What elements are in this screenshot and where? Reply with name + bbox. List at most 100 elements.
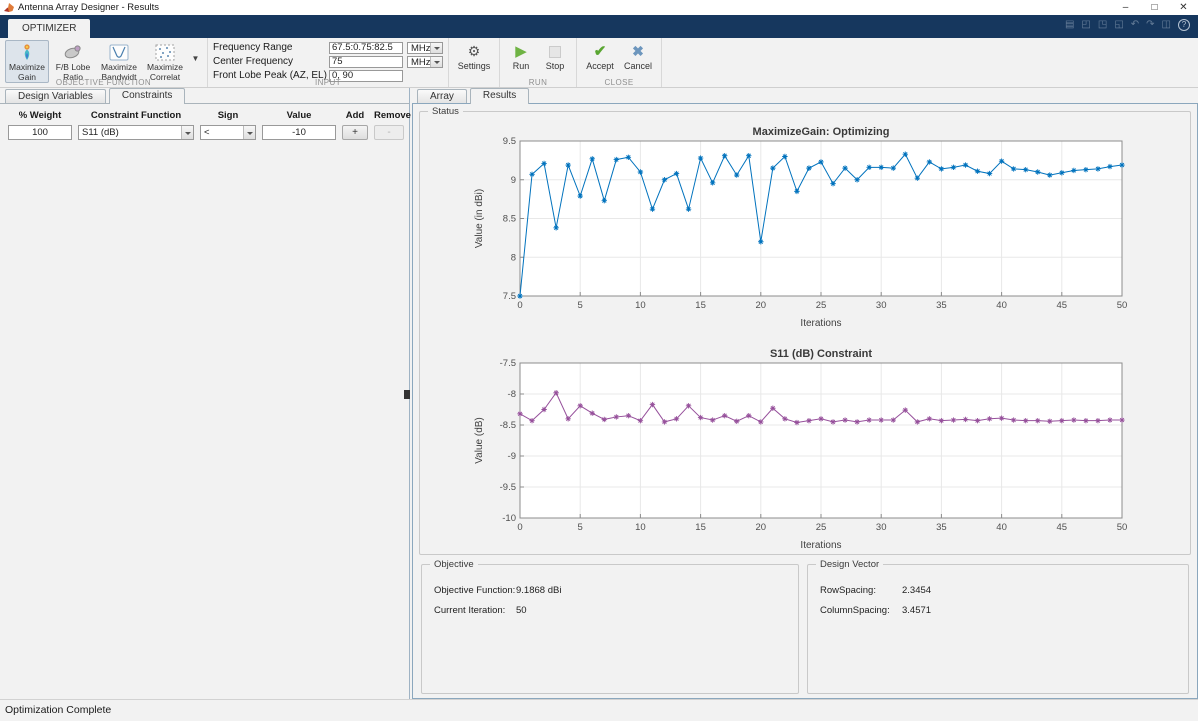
chevron-down-icon — [430, 57, 442, 67]
tab-array[interactable]: Array — [417, 89, 467, 103]
copy-icon[interactable]: ◳ — [1098, 19, 1107, 31]
value-column-header: Value — [262, 110, 336, 121]
stop-button[interactable]: Stop — [539, 40, 571, 71]
svg-text:15: 15 — [695, 300, 706, 311]
tab-optimizer[interactable]: OPTIMIZER — [8, 19, 90, 38]
svg-text:9.5: 9.5 — [503, 136, 516, 147]
sign-value: < — [201, 126, 243, 139]
svg-text:10: 10 — [635, 300, 646, 311]
frequency-range-unit-dropdown[interactable]: MHz — [407, 42, 443, 54]
svg-text:-9.5: -9.5 — [500, 482, 516, 493]
status-bar-text: Optimization Complete — [5, 704, 111, 716]
current-iteration-row: Current Iteration: 50 — [422, 605, 798, 616]
svg-text:Iterations: Iterations — [800, 318, 841, 329]
layout-icon[interactable]: ◫ — [1162, 19, 1171, 31]
design-vector-groupbox: Design Vector RowSpacing: 2.3454 ColumnS… — [807, 564, 1189, 694]
ribbon-tab-strip: OPTIMIZER ▤ ◰ ◳ ◱ ↶ ↷ ◫ ? — [0, 15, 1198, 38]
redo-icon[interactable]: ↷ — [1146, 19, 1154, 31]
column-spacing-row: ColumnSpacing: 3.4571 — [808, 605, 1188, 616]
add-column-header: Add — [342, 110, 368, 121]
run-button[interactable]: ▶ Run — [505, 40, 537, 71]
accept-button[interactable]: ✔ Accept — [582, 40, 618, 71]
svg-text:25: 25 — [816, 522, 827, 533]
objective-gallery-expand-button[interactable]: ▼ — [189, 54, 202, 63]
sign-dropdown[interactable]: < — [200, 125, 256, 140]
svg-text:30: 30 — [876, 300, 887, 311]
s11-constraint-chart: 05101520253035404550-7.5-8-8.5-9-9.5-10S… — [472, 346, 1190, 556]
undo-icon[interactable]: ↶ — [1131, 19, 1139, 31]
svg-text:45: 45 — [1057, 300, 1068, 311]
left-panel-tabs: Design Variables Constraints — [0, 88, 409, 104]
svg-text:MaximizeGain: Optimizing: MaximizeGain: Optimizing — [753, 126, 890, 138]
current-iteration-value: 50 — [516, 605, 527, 616]
constraint-value-input[interactable] — [262, 125, 336, 140]
svg-text:20: 20 — [756, 300, 767, 311]
fb-lobe-ratio-button[interactable]: F/B Lobe Ratio — [51, 40, 95, 83]
help-icon[interactable]: ? — [1178, 19, 1190, 31]
column-spacing-value: 3.4571 — [902, 605, 931, 616]
svg-text:-9: -9 — [508, 451, 516, 462]
svg-text:5: 5 — [578, 300, 583, 311]
remove-column-header: Remove — [374, 110, 404, 121]
current-iteration-label: Current Iteration: — [434, 605, 516, 616]
constraint-row: S11 (dB) < + - — [8, 125, 409, 140]
maximize-gain-button[interactable]: Maximize Gain — [5, 40, 49, 83]
bandwidth-icon — [109, 42, 129, 62]
maximize-correlation-button[interactable]: Maximize Correlat — [143, 40, 187, 83]
row-spacing-label: RowSpacing: — [820, 585, 902, 596]
center-frequency-input[interactable] — [329, 56, 403, 68]
maximize-button[interactable]: □ — [1140, 0, 1169, 15]
status-bar: Optimization Complete — [0, 699, 1198, 721]
tab-design-variables[interactable]: Design Variables — [5, 89, 106, 103]
svg-text:Value (dB): Value (dB) — [474, 417, 485, 464]
objective-function-row: Objective Function: 9.1868 dBi — [422, 585, 798, 596]
svg-text:-10: -10 — [502, 513, 516, 524]
row-spacing-row: RowSpacing: 2.3454 — [808, 585, 1188, 596]
run-icon: ▶ — [515, 43, 527, 60]
svg-text:-7.5: -7.5 — [500, 358, 516, 369]
frequency-range-row: Frequency Range MHz — [213, 41, 443, 54]
maximize-gain-chart: 051015202530354045507.588.599.5MaximizeG… — [472, 124, 1190, 334]
row-spacing-value: 2.3454 — [902, 585, 931, 596]
objective-function-section: Maximize Gain F/B Lobe Ratio Maximize Ba… — [0, 38, 208, 87]
svg-text:50: 50 — [1117, 522, 1128, 533]
add-constraint-button[interactable]: + — [342, 125, 368, 140]
maximize-bandwidth-button[interactable]: Maximize Bandwidt — [97, 40, 141, 83]
objective-function-value: 9.1868 dBi — [516, 585, 561, 596]
center-frequency-unit-value: MHz — [408, 57, 430, 67]
objective-group-label: Objective — [430, 559, 478, 570]
svg-text:7.5: 7.5 — [503, 291, 516, 302]
center-frequency-row: Center Frequency MHz — [213, 55, 443, 68]
splitter-handle[interactable] — [404, 390, 410, 399]
svg-text:10: 10 — [635, 522, 646, 533]
center-frequency-unit-dropdown[interactable]: MHz — [407, 56, 443, 68]
close-button[interactable]: ✕ — [1169, 0, 1198, 15]
frequency-range-input[interactable] — [329, 42, 403, 54]
gain-pattern-icon — [18, 42, 36, 62]
weight-input[interactable] — [8, 125, 72, 140]
minimize-button[interactable]: – — [1111, 0, 1140, 15]
status-groupbox: Status 051015202530354045507.588.599.5Ma… — [419, 111, 1191, 555]
lobe-ratio-icon — [63, 42, 83, 62]
tab-results[interactable]: Results — [470, 88, 529, 104]
center-frequency-label: Center Frequency — [213, 56, 325, 67]
tab-constraints[interactable]: Constraints — [109, 88, 186, 104]
results-content: Status 051015202530354045507.588.599.5Ma… — [412, 104, 1198, 699]
stop-label: Stop — [546, 61, 565, 71]
constraint-function-value: S11 (dB) — [79, 126, 181, 139]
remove-constraint-button[interactable]: - — [374, 125, 404, 140]
sign-column-header: Sign — [200, 110, 256, 121]
settings-button[interactable]: ⚙ Settings — [454, 40, 494, 71]
save-icon[interactable]: ▤ — [1065, 19, 1074, 31]
cut-icon[interactable]: ◰ — [1081, 19, 1090, 31]
constraint-function-dropdown[interactable]: S11 (dB) — [78, 125, 194, 140]
cancel-button[interactable]: ✖ Cancel — [620, 40, 656, 71]
paste-icon[interactable]: ◱ — [1114, 19, 1123, 31]
objective-function-label: Objective Function: — [434, 585, 516, 596]
optimizer-toolbar: Maximize Gain F/B Lobe Ratio Maximize Ba… — [0, 38, 1198, 88]
accept-check-icon: ✔ — [594, 43, 607, 60]
run-section: ▶ Run Stop RUN — [500, 38, 577, 87]
maximize-gain-label-1: Maximize — [9, 62, 45, 72]
close-section-label: CLOSE — [577, 78, 661, 87]
chevron-down-icon — [430, 43, 442, 53]
